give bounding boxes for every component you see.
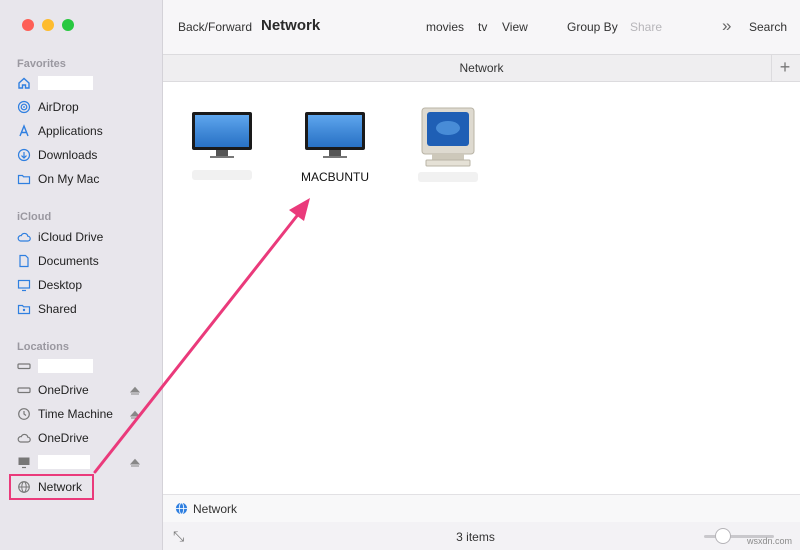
sidebar-item-display[interactable]: [17, 453, 152, 471]
eject-icon[interactable]: [129, 457, 141, 467]
applications-icon: [17, 124, 31, 138]
airdrop-icon: [17, 100, 31, 114]
cloud-icon: [17, 230, 31, 244]
sidebar-item-label: Downloads: [38, 148, 98, 162]
crt-monitor-icon: [421, 107, 475, 167]
toolbar: Back/Forward Network movies tv View Grou…: [163, 0, 800, 55]
sidebar-item-label: OneDrive: [38, 383, 89, 397]
sidebar-item-label: Shared: [38, 302, 77, 316]
sidebar-item-label: AirDrop: [38, 100, 79, 114]
home-icon: [17, 76, 31, 90]
desktop-icon: [17, 278, 31, 292]
network-item[interactable]: [393, 106, 503, 182]
sidebar-item-onedrive[interactable]: OneDrive: [17, 381, 152, 399]
sidebar-item-shared[interactable]: Shared: [17, 300, 152, 318]
sidebar-item-documents[interactable]: Documents: [17, 252, 152, 270]
more-toolbar-icon[interactable]: »: [722, 16, 731, 36]
icloud-header: iCloud: [17, 211, 52, 223]
path-bar: Network: [163, 494, 800, 523]
network-item-macbuntu[interactable]: MACBUNTU: [280, 110, 390, 184]
sidebar-item-label: Time Machine: [38, 407, 113, 421]
path-label: Network: [193, 501, 238, 516]
watermark: wsxdn.com: [746, 536, 792, 546]
item-label: MACBUNTU: [301, 170, 369, 184]
back-forward-button[interactable]: Back/Forward: [178, 20, 252, 34]
eject-icon[interactable]: [129, 385, 141, 395]
tab-network[interactable]: Network: [163, 61, 800, 75]
time-machine-icon: [17, 407, 31, 421]
sidebar-item-label: Applications: [38, 124, 103, 138]
cloud-icon: [17, 431, 31, 445]
sidebar-item-label: [38, 76, 93, 90]
item-label: [192, 170, 252, 180]
sidebar-item-label: On My Mac: [38, 172, 100, 186]
locations-header: Locations: [17, 341, 69, 353]
sidebar-item-label: Documents: [38, 254, 99, 268]
sidebar-item-desktop[interactable]: Desktop: [17, 276, 152, 294]
folder-icon: [17, 172, 31, 186]
favorites-header: Favorites: [17, 58, 66, 70]
sidebar: Favorites AirDrop Applications Downloads…: [0, 0, 163, 550]
shared-folder-icon: [17, 302, 31, 316]
document-icon: [17, 254, 31, 268]
display-icon: [17, 455, 31, 469]
file-browser: MACBUNTU: [163, 82, 800, 494]
item-label: [418, 172, 478, 182]
view-button[interactable]: View: [502, 20, 528, 34]
eject-icon[interactable]: [129, 409, 141, 419]
network-item[interactable]: [167, 110, 277, 180]
sidebar-item-applications[interactable]: Applications: [17, 122, 152, 140]
sidebar-item-local-drive[interactable]: [17, 357, 152, 375]
imac-icon: [305, 112, 365, 158]
window-controls: [22, 19, 74, 31]
share-button[interactable]: Share: [630, 20, 662, 34]
downloads-icon: [17, 148, 31, 162]
window-title: Network: [261, 17, 321, 34]
path-network[interactable]: Network: [175, 502, 237, 516]
zoom-window-button[interactable]: [62, 19, 74, 31]
minimize-window-button[interactable]: [42, 19, 54, 31]
sidebar-item-downloads[interactable]: Downloads: [17, 146, 152, 164]
tab-bar: Network +: [163, 55, 800, 82]
imac-icon: [192, 112, 252, 158]
sidebar-item-label: iCloud Drive: [38, 230, 104, 244]
sidebar-item-airdrop[interactable]: AirDrop: [17, 98, 152, 116]
movies-button[interactable]: movies: [426, 20, 464, 34]
status-bar: ⤡ 3 items: [163, 522, 800, 550]
globe-icon: [175, 502, 188, 515]
annotation-highlight-box: [9, 474, 94, 500]
close-window-button[interactable]: [22, 19, 34, 31]
drive-icon: [17, 359, 31, 373]
sidebar-item-label: [38, 455, 90, 469]
drive-icon: [17, 383, 31, 397]
sidebar-item-on-my-mac[interactable]: On My Mac: [17, 170, 152, 188]
zoom-slider-knob[interactable]: [715, 528, 731, 544]
sidebar-item-label: [38, 359, 93, 373]
sidebar-item-time-machine[interactable]: Time Machine: [17, 405, 152, 423]
sidebar-item-label: OneDrive: [38, 431, 89, 445]
search-button[interactable]: Search: [749, 20, 787, 34]
tv-button[interactable]: tv: [478, 20, 487, 34]
item-count: 3 items: [456, 530, 495, 544]
sidebar-item-onedrive-cloud[interactable]: OneDrive: [17, 429, 152, 447]
sidebar-item-label: Desktop: [38, 278, 83, 292]
sidebar-item-home[interactable]: [17, 74, 152, 92]
group-by-button[interactable]: Group By: [567, 20, 618, 34]
new-tab-button[interactable]: +: [771, 55, 798, 81]
sidebar-item-icloud-drive[interactable]: iCloud Drive: [17, 228, 152, 246]
